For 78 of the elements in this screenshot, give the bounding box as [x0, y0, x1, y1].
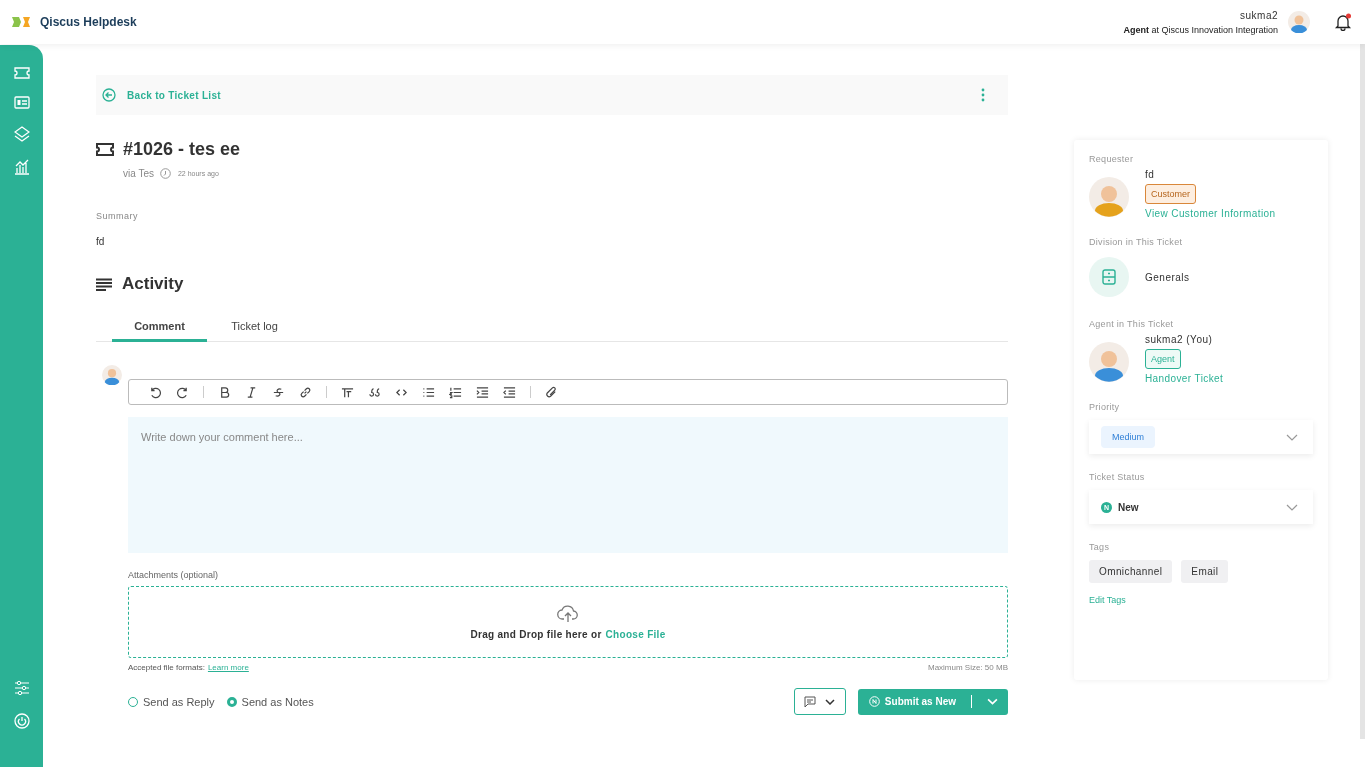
send-option-radio[interactable]: Send as Notes: [226, 695, 314, 708]
layers-icon[interactable]: [13, 126, 30, 142]
logo-icon: [12, 16, 30, 28]
avatar-icon: [1089, 341, 1129, 382]
tag: Omnichannel: [1089, 560, 1173, 583]
italic-icon[interactable]: [245, 385, 258, 399]
summary-text: fd: [96, 236, 106, 247]
strike-icon[interactable]: [272, 385, 285, 399]
redo-icon[interactable]: [176, 385, 189, 399]
notification-bell-icon[interactable]: [1334, 13, 1352, 31]
template-dropdown-button[interactable]: [793, 688, 846, 715]
activity-tab[interactable]: Comment: [112, 312, 207, 342]
learn-more-link[interactable]: Learn more: [207, 663, 249, 672]
tags-label: Tags: [1089, 542, 1111, 552]
back-arrow-icon: [102, 88, 116, 102]
text-lines-icon: [96, 277, 112, 291]
ticket-icon: [96, 143, 114, 156]
activity-heading: Activity: [122, 274, 184, 294]
priority-select[interactable]: Medium: [1089, 420, 1313, 454]
handover-ticket-link[interactable]: Handover Ticket: [1145, 373, 1224, 384]
max-size-text: Maximum Size: 50 MB: [927, 663, 1008, 672]
outdent-icon[interactable]: [503, 385, 516, 399]
caret-icon: [825, 698, 836, 705]
priority-value: Medium: [1101, 426, 1155, 448]
user-role: Agent at Qiscus Innovation Integration: [1123, 24, 1278, 35]
contact-card-icon[interactable]: [13, 96, 30, 109]
app-title: Qiscus Helpdesk: [40, 15, 137, 29]
agent-name: sukma2 (You): [1145, 334, 1213, 345]
settings-sliders-icon[interactable]: [13, 680, 30, 696]
send-option-radio[interactable]: Send as Reply: [128, 695, 215, 708]
attach-icon[interactable]: [545, 385, 558, 399]
edit-tags-link[interactable]: Edit Tags: [1089, 595, 1126, 605]
division-name: Generals: [1145, 271, 1190, 283]
activity-tab[interactable]: Ticket log: [207, 312, 302, 342]
link-icon[interactable]: [299, 385, 312, 399]
power-icon[interactable]: [13, 713, 30, 729]
chart-icon[interactable]: [13, 159, 30, 175]
bullets-icon[interactable]: [422, 385, 435, 399]
requester-name: fd: [1145, 169, 1155, 180]
requester-label: Requester: [1089, 154, 1135, 164]
heading-icon[interactable]: [341, 385, 354, 399]
accepted-formats-text: Accepted file formats:: [128, 663, 205, 672]
agent-badge: Agent: [1145, 349, 1181, 369]
bold-icon[interactable]: [218, 385, 231, 399]
clock-icon: [159, 168, 171, 179]
chevron-down-icon: [1286, 503, 1298, 511]
more-options-icon[interactable]: [981, 88, 985, 102]
ticket-title: #1026 - tes ee: [123, 139, 241, 160]
numbers-icon[interactable]: [449, 385, 462, 399]
submit-button[interactable]: Submit as New: [857, 688, 1008, 715]
ticket-channel: via Tes: [123, 168, 154, 179]
view-customer-link[interactable]: View Customer Information: [1145, 208, 1276, 219]
quote-icon[interactable]: [368, 385, 381, 399]
back-link[interactable]: Back to Ticket List: [102, 88, 221, 102]
cabinet-icon: [1102, 269, 1116, 285]
file-drop-zone[interactable]: Drag and Drop file here or Choose File: [128, 586, 1008, 658]
status-value: New: [1118, 501, 1139, 513]
customer-badge: Customer: [1145, 184, 1196, 204]
status-new-icon: [868, 696, 880, 707]
message-icon: [804, 695, 817, 708]
choose-file-link[interactable]: Choose File: [605, 628, 666, 640]
division-label: Division in This Ticket: [1089, 237, 1184, 247]
undo-icon[interactable]: [149, 385, 162, 399]
user-name: sukma2: [1240, 9, 1278, 21]
attachments-label: Attachments (optional): [128, 570, 220, 580]
avatar-icon: [1089, 176, 1129, 217]
tag: Email: [1181, 560, 1229, 583]
caret-icon: [987, 698, 998, 705]
upload-cloud-icon: [557, 604, 579, 623]
summary-label: Summary: [96, 211, 139, 221]
drop-instruction: Drag and Drop file here or: [470, 628, 602, 640]
indent-icon[interactable]: [476, 385, 489, 399]
comment-field[interactable]: Write down your comment here...: [128, 417, 1008, 553]
chevron-down-icon: [1286, 433, 1298, 441]
avatar-icon[interactable]: [1288, 11, 1310, 33]
agent-label: Agent in This Ticket: [1089, 319, 1175, 329]
priority-label: Priority: [1089, 402, 1121, 412]
ticket-status-label: Ticket Status: [1089, 472, 1146, 482]
